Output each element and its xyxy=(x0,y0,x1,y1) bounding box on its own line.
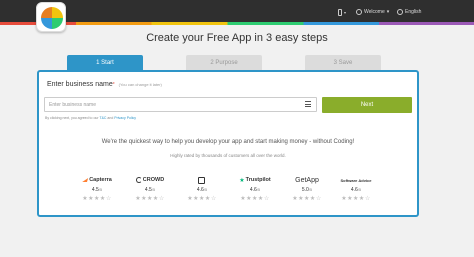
review-score-max: /5 xyxy=(308,187,313,192)
list-icon[interactable] xyxy=(305,101,311,107)
review-brand-name: Capterra xyxy=(89,177,112,183)
review-score: 4.6/5 xyxy=(182,187,222,193)
review-brand xyxy=(182,176,222,184)
terms-prefix: By clicking next, you agreed to our xyxy=(45,116,99,120)
tab-save[interactable]: 3 Save xyxy=(305,55,381,70)
capterra-icon xyxy=(82,178,89,182)
review-brand-name: CROWD xyxy=(142,177,165,183)
promo-text: We're the quickest way to help you devel… xyxy=(101,139,355,145)
review-score-value: 4.6 xyxy=(249,187,257,193)
required-mark: * xyxy=(112,82,115,88)
review-brand: ★ Trustpilot xyxy=(235,176,275,184)
review-brand: GetApp xyxy=(287,176,327,184)
g2-icon xyxy=(135,177,142,183)
review-brand-name: Software Advice xyxy=(340,177,372,183)
logo-quadrant-icon xyxy=(52,18,63,29)
review-stars: ★★★★☆ xyxy=(292,196,322,202)
review-score-max: /5 xyxy=(256,187,261,192)
language-menu[interactable]: English xyxy=(397,6,421,18)
tc-link[interactable]: T&C xyxy=(99,116,106,120)
review-g2crowd[interactable]: CROWD 4.5/5 ★★★★☆ xyxy=(130,176,170,203)
phone-icon xyxy=(338,8,342,16)
next-button[interactable]: Next xyxy=(322,97,412,113)
review-score: 4.5/5 xyxy=(77,187,117,193)
tab-start[interactable]: 1 Start xyxy=(67,55,143,70)
review-stars: ★★★★☆ xyxy=(240,196,270,202)
review-stars: ★★★★☆ xyxy=(82,196,112,202)
language-label: English xyxy=(405,9,422,15)
logo-quadrant-icon xyxy=(52,7,63,18)
trustpilot-star-icon: ★ xyxy=(239,177,245,184)
business-name-hint: (You can change it later) xyxy=(118,82,162,87)
review-score-max: /5 xyxy=(203,187,208,192)
review-capterra[interactable]: Capterra 4.5/5 ★★★★☆ xyxy=(77,176,117,203)
review-score: 5.0/5 xyxy=(287,187,327,193)
review-third-party[interactable]: 4.6/5 ★★★★☆ xyxy=(182,176,222,203)
review-score-max: /5 xyxy=(357,187,362,192)
review-brand: CROWD xyxy=(130,176,170,184)
review-brand: Capterra xyxy=(77,176,117,184)
chevron-down-icon: ▾ xyxy=(386,9,390,15)
review-score: 4.5/5 xyxy=(130,187,170,193)
review-score-value: 4.5 xyxy=(91,187,99,193)
review-score-value: 4.6 xyxy=(196,187,204,193)
business-name-input[interactable] xyxy=(44,97,317,112)
terms-notice: By clicking next, you agreed to our T&C … xyxy=(45,116,136,120)
review-score-value: 4.5 xyxy=(144,187,152,193)
privacy-link[interactable]: Privacy Policy xyxy=(114,116,136,120)
review-software-advice[interactable]: Software Advice 4.6/5 ★★★★☆ xyxy=(336,176,376,203)
review-score: 4.6/5 xyxy=(235,187,275,193)
review-score-value: 5.0 xyxy=(301,187,309,193)
globe-icon xyxy=(397,9,403,15)
app-logo[interactable] xyxy=(36,2,66,32)
review-stars: ★★★★☆ xyxy=(135,196,165,202)
review-score: 4.6/5 xyxy=(336,187,376,193)
business-name-label: Enter business name* (You can change it … xyxy=(47,81,162,88)
logo-quadrant-icon xyxy=(41,18,52,29)
page-title: Create your Free App in 3 easy steps xyxy=(146,32,328,44)
welcome-label: Welcome xyxy=(364,9,385,15)
review-stars: ★★★★☆ xyxy=(187,196,217,202)
tab-purpose[interactable]: 2 Purpose xyxy=(186,55,262,70)
rated-text: Highly rated by thousands of customers a… xyxy=(170,153,286,158)
business-name-label-text: Enter business name xyxy=(47,81,113,88)
review-stars: ★★★★☆ xyxy=(341,196,371,202)
terms-and: and xyxy=(107,116,114,120)
review-brand-name: Trustpilot xyxy=(245,177,271,183)
review-trustpilot[interactable]: ★ Trustpilot 4.6/5 ★★★★☆ xyxy=(235,176,275,203)
review-site-icon xyxy=(198,176,205,184)
review-brand: Software Advice xyxy=(336,176,376,184)
review-score-value: 4.6 xyxy=(350,187,358,193)
welcome-menu[interactable]: Welcome ▾ xyxy=(356,6,389,18)
review-score-max: /5 xyxy=(98,187,103,192)
signup-card: Enter business name* (You can change it … xyxy=(37,70,419,217)
mobile-menu[interactable]: ▾ xyxy=(338,6,348,18)
user-icon xyxy=(356,9,362,15)
chevron-down-icon: ▾ xyxy=(344,9,347,15)
color-stripe xyxy=(0,22,474,25)
review-getapp[interactable]: GetApp 5.0/5 ★★★★☆ xyxy=(287,176,327,203)
review-brand-name: GetApp xyxy=(295,176,319,184)
review-score-max: /5 xyxy=(151,187,156,192)
logo-quadrant-icon xyxy=(41,7,52,18)
